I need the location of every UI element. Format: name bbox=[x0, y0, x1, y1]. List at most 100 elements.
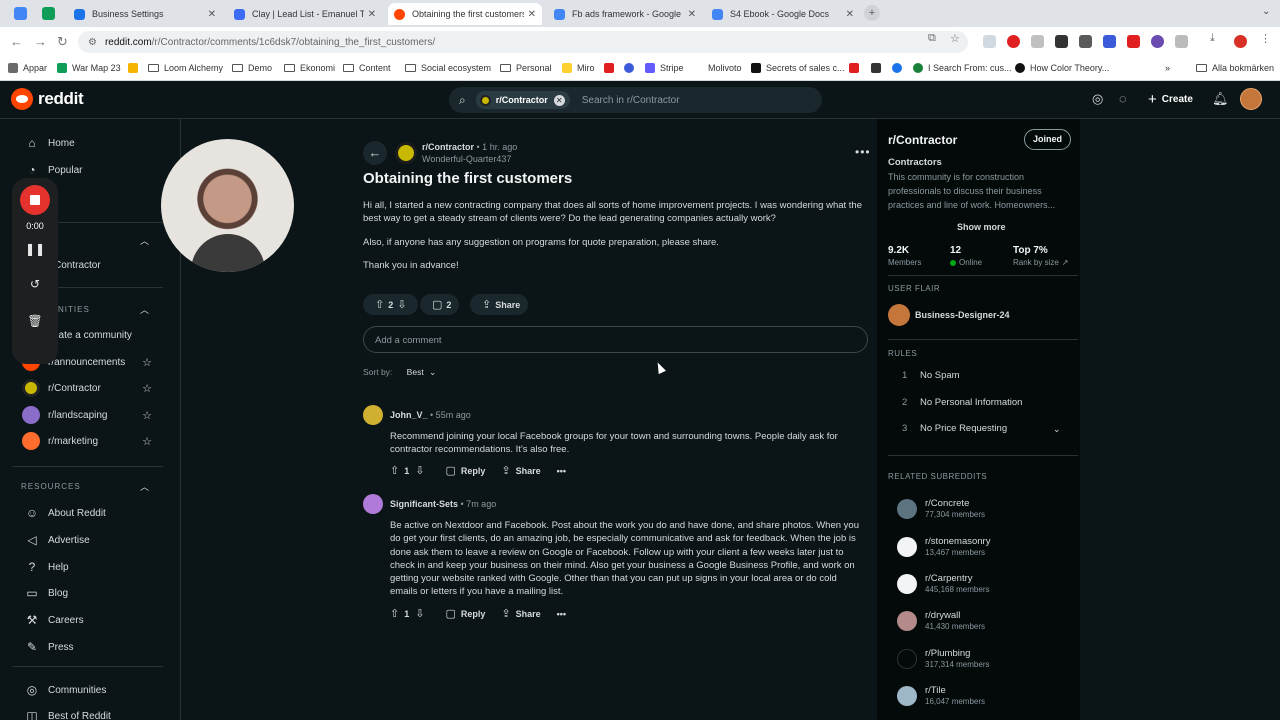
extension-icon[interactable] bbox=[1103, 35, 1116, 48]
sidebar-item-landscaping[interactable]: r/landscaping ☆ bbox=[22, 406, 152, 424]
nav-recent-contractor[interactable]: Contractor bbox=[54, 260, 101, 271]
new-tab-button[interactable]: + bbox=[864, 5, 880, 21]
search-input[interactable]: ⌕ r/Contractor ✕ Search in r/Contractor bbox=[449, 87, 822, 113]
bookmark-social-ecosystem[interactable]: Social ecosystem bbox=[405, 63, 491, 73]
tab-strip-app-icon[interactable] bbox=[14, 7, 27, 20]
upvote-icon[interactable]: ⇧ bbox=[390, 464, 399, 477]
nav-help[interactable]: ? Help bbox=[25, 560, 69, 574]
add-comment-input[interactable]: Add a comment bbox=[363, 326, 868, 353]
bookmark-all-bookmarks[interactable]: Alla bokmärken bbox=[1196, 63, 1274, 73]
bookmark-demo[interactable]: Demo bbox=[232, 63, 272, 73]
communities-section-header[interactable]: NITIES bbox=[58, 305, 90, 314]
reply-button[interactable]: ▢ Reply bbox=[445, 464, 485, 477]
comments-button[interactable]: ▢ 2 bbox=[420, 294, 460, 315]
commenter-avatar[interactable] bbox=[363, 405, 383, 425]
chrome-menu-icon[interactable]: ⋮ bbox=[1260, 32, 1271, 45]
tab-fb-ads-framework[interactable]: Fb ads framework - Google D ✕ bbox=[548, 3, 702, 25]
more-options-icon[interactable]: ••• bbox=[557, 609, 566, 619]
back-button[interactable]: ← bbox=[363, 141, 387, 165]
webcam-bubble[interactable] bbox=[161, 139, 294, 272]
close-icon[interactable]: ✕ bbox=[688, 9, 696, 20]
nav-communities[interactable]: ◎ Communities bbox=[25, 683, 107, 697]
reload-icon[interactable]: ↻ bbox=[57, 34, 68, 50]
create-button[interactable]: + Create bbox=[1148, 91, 1193, 108]
nav-popular[interactable]: ◔ Popular bbox=[25, 163, 82, 177]
favorite-star-icon[interactable]: ☆ bbox=[142, 356, 152, 369]
chevron-up-icon[interactable]: ︿ bbox=[140, 234, 149, 247]
pause-icon[interactable]: ❚❚ bbox=[12, 242, 58, 256]
sidebar-item-contractor[interactable]: r/Contractor ☆ bbox=[22, 379, 152, 397]
extensions-puzzle-icon[interactable] bbox=[1175, 35, 1188, 48]
bookmark-drive[interactable] bbox=[128, 63, 143, 73]
tab-obtaining-first-customers[interactable]: Obtaining the first customers ✕ bbox=[388, 3, 542, 25]
show-more-button[interactable]: Show more bbox=[957, 222, 1006, 232]
resources-section-header[interactable]: RESOURCES bbox=[21, 482, 81, 491]
related-subreddit-drywall[interactable]: r/drywall 41,430 members bbox=[897, 610, 985, 631]
bookmark-appar[interactable]: Appar bbox=[8, 63, 47, 73]
bookmark-personal[interactable]: Personal bbox=[500, 63, 552, 73]
comment-author[interactable]: Significant-Sets bbox=[390, 499, 458, 509]
user-flair[interactable]: Business-Designer-24 bbox=[888, 304, 1010, 326]
reply-button[interactable]: ▢ Reply bbox=[445, 607, 485, 620]
share-button[interactable]: ⇪ Share bbox=[501, 607, 540, 620]
nav-blog[interactable]: ▭ Blog bbox=[25, 586, 68, 600]
profile-icon[interactable] bbox=[1234, 35, 1247, 48]
bookmark-secrets-of-sales[interactable]: Secrets of sales c... bbox=[751, 63, 845, 73]
sort-dropdown[interactable]: Sort by: Best ⌄ bbox=[363, 367, 436, 378]
bookmark-loom-alchemy[interactable]: Loom Alchemy bbox=[148, 63, 223, 73]
joined-button[interactable]: Joined bbox=[1024, 129, 1071, 150]
bookmark-ext[interactable] bbox=[849, 63, 864, 73]
bookmarks-overflow-chevron-icon[interactable]: » bbox=[1165, 63, 1170, 73]
tab-search-chevron-icon[interactable]: ⌄ bbox=[1262, 6, 1270, 17]
community-name[interactable]: r/Contractor bbox=[888, 133, 957, 147]
popular-icon[interactable]: ◎ bbox=[1092, 91, 1103, 107]
notifications-bell-icon[interactable]: 🔔︎ bbox=[1212, 91, 1229, 107]
bookmark-star-icon[interactable]: ☆ bbox=[950, 32, 960, 45]
share-button[interactable]: ⇪ Share bbox=[470, 294, 529, 315]
nav-advertise[interactable]: ◁ Advertise bbox=[25, 533, 89, 547]
bookmark-war-map[interactable]: War Map 23 bbox=[57, 63, 121, 73]
search-subreddit-chip[interactable]: r/Contractor ✕ bbox=[475, 91, 570, 109]
comment-author[interactable]: John_V_ bbox=[390, 410, 428, 420]
commenter-avatar[interactable] bbox=[363, 494, 383, 514]
clear-chip-icon[interactable]: ✕ bbox=[553, 94, 565, 106]
bookmark-sk[interactable] bbox=[604, 63, 619, 73]
tab-clay-lead-list[interactable]: Clay | Lead List - Emanuel Th ✕ bbox=[228, 3, 382, 25]
downvote-icon[interactable]: ⇩ bbox=[397, 298, 406, 311]
favorite-star-icon[interactable]: ☆ bbox=[142, 382, 152, 395]
bookmark-stripe[interactable]: Stripe bbox=[645, 63, 684, 73]
close-icon[interactable]: ✕ bbox=[846, 9, 854, 20]
extension-icon[interactable] bbox=[1079, 35, 1092, 48]
downvote-icon[interactable]: ⇩ bbox=[415, 464, 424, 477]
rank-stat[interactable]: Top 7% Rank by size ↗ bbox=[1013, 245, 1069, 267]
share-button[interactable]: ⇪ Share bbox=[501, 464, 540, 477]
extension-icon[interactable] bbox=[1127, 35, 1140, 48]
tab-s4-ebook[interactable]: S4 Ebook - Google Docs ✕ bbox=[706, 3, 860, 25]
post-subreddit-link[interactable]: r/Contractor bbox=[422, 142, 474, 152]
downvote-icon[interactable]: ⇩ bbox=[415, 607, 424, 620]
extension-icon[interactable] bbox=[983, 35, 996, 48]
pen-extension-icon[interactable] bbox=[1055, 35, 1068, 48]
close-icon[interactable]: ✕ bbox=[528, 9, 536, 20]
bookmark-miro[interactable]: Miro bbox=[562, 63, 595, 73]
address-bar[interactable]: ⚙ reddit.com /r/Contractor/comments/1c6d… bbox=[78, 31, 968, 53]
upvote-icon[interactable]: ⇧ bbox=[390, 607, 399, 620]
rule-item[interactable]: 2 No Personal Information bbox=[902, 397, 1022, 408]
bookmark-i-search-from[interactable]: I Search From: cus... bbox=[913, 63, 1012, 73]
create-community-link[interactable]: eate a community bbox=[53, 330, 132, 341]
bookmark-a[interactable] bbox=[871, 63, 886, 73]
bookmark-how-color-theory[interactable]: How Color Theory... bbox=[1015, 63, 1109, 73]
tab-business-settings[interactable]: Business Settings ✕ bbox=[68, 3, 222, 25]
download-icon[interactable]: ⤓ bbox=[1210, 32, 1215, 45]
related-subreddit-tile[interactable]: r/Tile 16,047 members bbox=[897, 685, 985, 706]
nav-best-of-reddit[interactable]: ◫ Best of Reddit bbox=[25, 709, 110, 720]
post-author-link[interactable]: Wonderful-Quarter437 bbox=[422, 154, 511, 164]
chevron-down-icon[interactable]: ⌄ bbox=[1053, 424, 1061, 435]
trash-icon[interactable]: 🗑︎ bbox=[12, 314, 58, 328]
upvote-icon[interactable]: ⇧ bbox=[375, 298, 384, 311]
bookmark-link[interactable] bbox=[624, 63, 639, 73]
chevron-up-icon[interactable]: ︿ bbox=[140, 480, 149, 493]
rule-item[interactable]: 3 No Price Requesting bbox=[902, 423, 1007, 434]
back-arrow-icon[interactable]: ← bbox=[10, 34, 23, 49]
extension-icon[interactable] bbox=[1151, 35, 1164, 48]
